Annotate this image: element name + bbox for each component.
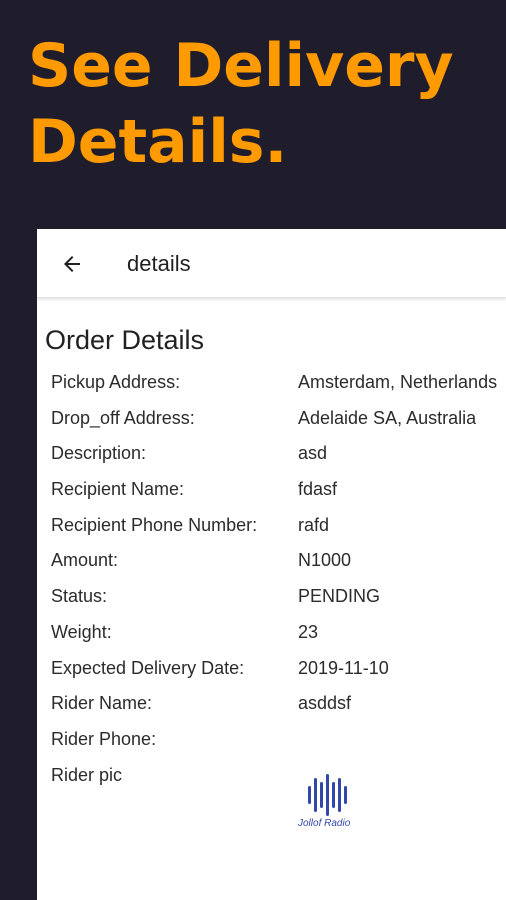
detail-label: Recipient Name:	[51, 479, 185, 500]
detail-label: Pickup Address:	[51, 372, 181, 392]
promo-headline: See Delivery Details.	[28, 28, 498, 180]
detail-label: Description:	[51, 443, 147, 464]
phone-screen: details Order Details Pickup Address: Am…	[37, 229, 506, 900]
detail-row-recipient-phone: Recipient Phone Number: rafd	[51, 515, 506, 551]
detail-label: Weight:	[51, 621, 112, 642]
detail-row-rider-pic: Rider pic	[51, 765, 506, 801]
detail-value: 2019-11-10	[298, 657, 389, 678]
detail-value: 23	[298, 621, 319, 642]
detail-label: Recipient Phone Number:	[51, 514, 258, 535]
detail-row-status: Status: PENDING	[51, 586, 506, 622]
detail-row-expected-delivery-date: Expected Delivery Date: 2019-11-10	[51, 658, 506, 694]
detail-value: rafd	[298, 514, 330, 535]
detail-row-rider-phone: Rider Phone:	[51, 729, 506, 765]
status-value: PENDING	[298, 586, 381, 607]
app-bar-title: details	[127, 251, 191, 276]
detail-label: Status:	[51, 586, 108, 607]
detail-value: Adelaide SA, Australia	[298, 407, 477, 428]
detail-value: Amsterdam, Netherlands	[298, 372, 498, 392]
detail-value: asd	[298, 443, 328, 464]
detail-label: Amount:	[51, 550, 119, 571]
detail-label: Drop_off Address:	[51, 407, 195, 428]
detail-label: Rider Name:	[51, 693, 153, 714]
arrow-left-icon	[64, 256, 80, 272]
detail-row-rider-name: Rider Name: asddsf	[51, 693, 506, 729]
section-title: Order Details	[45, 325, 205, 355]
detail-label: Rider Phone:	[51, 728, 157, 749]
back-button[interactable]	[57, 249, 87, 279]
detail-row-weight: Weight: 23	[51, 622, 506, 658]
detail-row-recipient-name: Recipient Name: fdasf	[51, 479, 506, 515]
detail-label: Expected Delivery Date:	[51, 657, 245, 678]
app-bar: details	[37, 229, 506, 298]
promo-headline-line2: Details.	[28, 107, 288, 177]
order-details-table: Pickup Address: Amsterdam, Netherlands D…	[51, 372, 506, 800]
detail-label: Rider pic	[51, 764, 123, 785]
detail-row-description: Description: asd	[51, 443, 506, 479]
rider-pic-logo-text: Jollof Radio	[298, 818, 351, 829]
detail-value: fdasf	[298, 479, 338, 500]
detail-value: N1000	[298, 550, 352, 571]
detail-row-dropoff-address: Drop_off Address: Adelaide SA, Australia	[51, 408, 506, 444]
detail-row-amount: Amount: N1000	[51, 550, 506, 586]
promo-headline-line1: See Delivery	[28, 31, 454, 101]
rider-pic: Jollof Radio	[296, 770, 360, 834]
jollof-radio-logo-icon	[308, 774, 347, 816]
detail-value: asddsf	[298, 693, 352, 714]
detail-row-pickup-address: Pickup Address: Amsterdam, Netherlands	[51, 372, 506, 408]
